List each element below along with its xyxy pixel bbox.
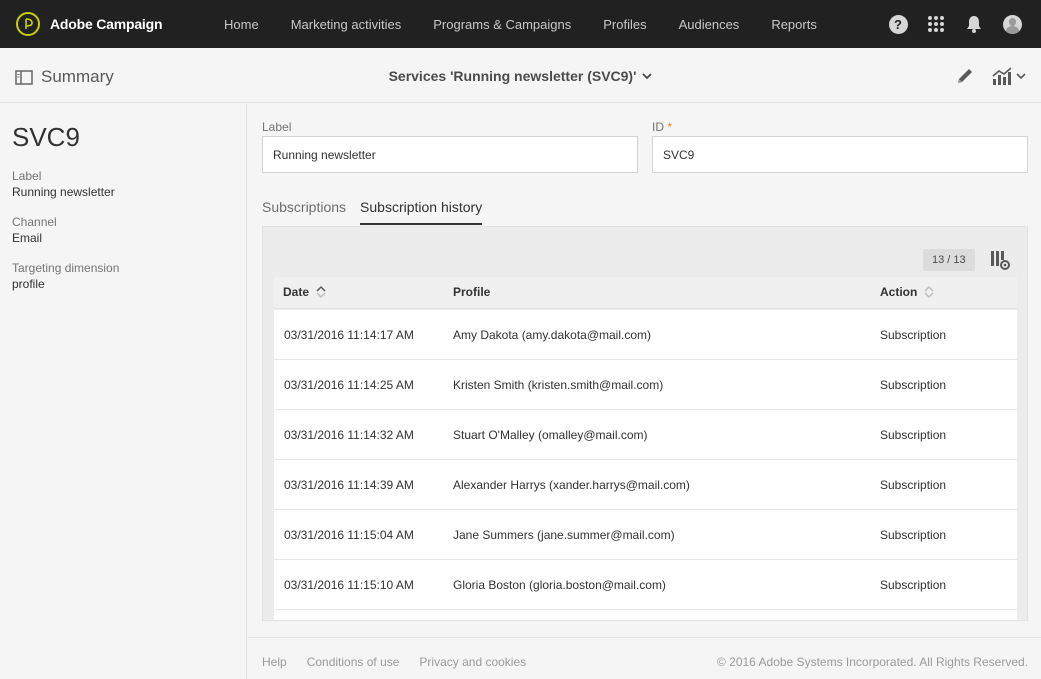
cell-date: 03/31/2016 11:14:39 AM xyxy=(284,478,414,492)
main-nav: Home Marketing activities Programs & Cam… xyxy=(224,17,849,32)
nav-audiences[interactable]: Audiences xyxy=(679,17,740,32)
sub-header: Summary Services 'Running newsletter (SV… xyxy=(0,48,1041,103)
cell-action: Subscription xyxy=(880,528,947,542)
subscription-history-grid: 13 / 13 Date Profile Action 03/31/2016 1… xyxy=(262,226,1028,621)
cell-date: 03/31/2016 11:14:17 AM xyxy=(284,328,414,342)
cell-date: 03/31/2016 11:15:04 AM xyxy=(284,528,414,542)
channel-value: Email xyxy=(12,231,43,245)
cell-date: 03/31/2016 11:15:10 AM xyxy=(284,578,414,592)
id-input[interactable] xyxy=(652,136,1028,173)
nav-marketing-activities[interactable]: Marketing activities xyxy=(291,17,402,32)
label-caption: Label xyxy=(12,169,42,183)
avatar xyxy=(1002,14,1022,34)
record-count-badge: 13 / 13 xyxy=(923,249,975,271)
edit-pencil-icon[interactable] xyxy=(955,66,975,86)
label-input[interactable] xyxy=(262,136,638,173)
page-title-wrapper: Services 'Running newsletter (SVC9)' xyxy=(0,68,1041,84)
help-icon[interactable]: ? xyxy=(887,13,909,35)
report-menu-icon[interactable] xyxy=(991,65,1029,87)
footer-link-conditions[interactable]: Conditions of use xyxy=(307,655,400,669)
page-title-text: Services 'Running newsletter (SVC9)' xyxy=(388,68,637,84)
column-header-profile-label: Profile xyxy=(453,285,491,299)
table-row[interactable]: 03/31/2016 11:14:17 AM Amy Dakota (amy.d… xyxy=(274,310,1017,360)
column-header-action[interactable]: Action xyxy=(880,285,934,299)
cell-profile: Stuart O'Malley (omalley@mail.com) xyxy=(453,428,648,442)
cell-action: Subscription xyxy=(880,378,947,392)
nav-programs-campaigns[interactable]: Programs & Campaigns xyxy=(433,17,571,32)
tab-bar: Subscriptions Subscription history xyxy=(262,199,496,225)
bell-icon[interactable] xyxy=(963,13,985,35)
cell-action: Subscription xyxy=(880,428,947,442)
app-switcher-icon[interactable] xyxy=(925,13,947,35)
cell-action: Subscription xyxy=(880,328,947,342)
column-header-profile[interactable]: Profile xyxy=(453,285,490,299)
cell-date: 03/31/2016 11:14:32 AM xyxy=(284,428,414,442)
tab-subscription-history[interactable]: Subscription history xyxy=(360,199,483,225)
help-glyph: ? xyxy=(888,14,908,34)
page-title[interactable]: Services 'Running newsletter (SVC9)' xyxy=(389,68,653,84)
cell-profile: Jane Summers (jane.summer@mail.com) xyxy=(453,528,675,542)
sort-icon xyxy=(316,285,326,299)
copyright-text: © 2016 Adobe Systems Incorporated. All R… xyxy=(716,655,1028,669)
table-row[interactable]: 03/31/2016 11:14:39 AM Alexander Harrys … xyxy=(274,460,1017,510)
column-header-action-label: Action xyxy=(880,285,918,299)
table-body: 03/31/2016 11:14:17 AM Amy Dakota (amy.d… xyxy=(274,310,1017,620)
cell-action: Subscription xyxy=(880,578,947,592)
avatar-icon[interactable] xyxy=(1001,13,1023,35)
table-row[interactable]: 03/31/2016 11:14:32 AM Stuart O'Malley (… xyxy=(274,410,1017,460)
required-mark: * xyxy=(667,120,673,134)
table-row[interactable] xyxy=(274,610,1017,620)
footer: Help Conditions of use Privacy and cooki… xyxy=(248,637,1041,679)
brand-name: Adobe Campaign xyxy=(50,16,163,32)
id-field-group: ID * xyxy=(652,120,1028,173)
label-value: Running newsletter xyxy=(12,185,115,199)
cell-profile: Gloria Boston (gloria.boston@mail.com) xyxy=(453,578,666,592)
footer-links: Help Conditions of use Privacy and cooki… xyxy=(262,655,546,669)
cell-profile: Alexander Harrys (xander.harrys@mail.com… xyxy=(453,478,690,492)
channel-caption: Channel xyxy=(12,215,57,229)
nav-reports[interactable]: Reports xyxy=(771,17,817,32)
cell-action: Subscription xyxy=(880,478,947,492)
brand-logo[interactable]: Adobe Campaign xyxy=(16,12,216,36)
tab-subscriptions[interactable]: Subscriptions xyxy=(262,199,346,225)
table-row[interactable]: 03/31/2016 11:15:10 AM Gloria Boston (gl… xyxy=(274,560,1017,610)
summary-panel: SVC9 Label Running newsletter Channel Em… xyxy=(0,104,247,679)
adobe-campaign-logo-icon xyxy=(16,12,40,36)
id-field-label: ID * xyxy=(652,120,1028,134)
column-header-date[interactable]: Date xyxy=(283,285,326,299)
cell-profile: Kristen Smith (kristen.smith@mail.com) xyxy=(453,378,664,392)
top-bar: Adobe Campaign Home Marketing activities… xyxy=(0,0,1041,48)
targeting-value: profile xyxy=(12,277,45,291)
targeting-caption: Targeting dimension xyxy=(12,261,120,275)
table-row[interactable]: 03/31/2016 11:14:25 AM Kristen Smith (kr… xyxy=(274,360,1017,410)
table-row[interactable]: 03/31/2016 11:15:04 AM Jane Summers (jan… xyxy=(274,510,1017,560)
table-header: Date Profile Action xyxy=(274,277,1017,309)
label-field-group: Label xyxy=(262,120,638,173)
chevron-down-icon xyxy=(642,72,653,79)
footer-link-privacy[interactable]: Privacy and cookies xyxy=(419,655,526,669)
main-content: Label ID * Subscriptions Subscription hi… xyxy=(248,104,1041,679)
nav-home[interactable]: Home xyxy=(224,17,259,32)
top-icons: ? xyxy=(871,13,1023,35)
column-header-date-label: Date xyxy=(283,285,310,299)
label-field-label: Label xyxy=(262,120,292,134)
chevron-down-icon xyxy=(1016,72,1026,79)
column-settings-icon[interactable] xyxy=(989,249,1011,271)
cell-profile: Amy Dakota (amy.dakota@mail.com) xyxy=(453,328,652,342)
sort-icon xyxy=(924,285,934,299)
service-id-heading: SVC9 xyxy=(12,122,80,152)
id-field-label-text: ID xyxy=(652,120,664,134)
cell-date: 03/31/2016 11:14:25 AM xyxy=(284,378,414,392)
nav-profiles[interactable]: Profiles xyxy=(603,17,646,32)
footer-link-help[interactable]: Help xyxy=(262,655,287,669)
